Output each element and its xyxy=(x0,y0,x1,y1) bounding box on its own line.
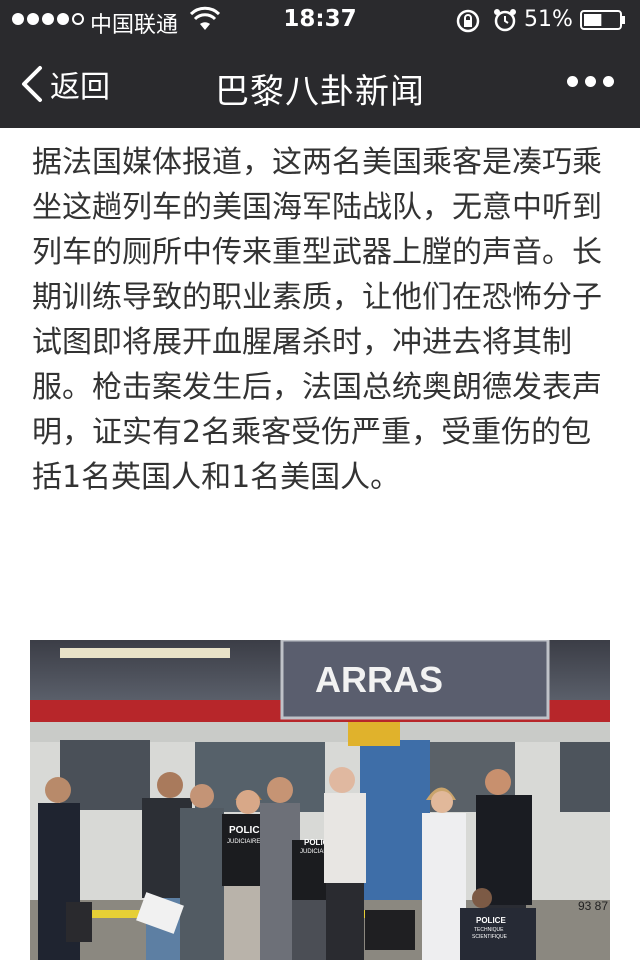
page-title: 巴黎八卦新闻 xyxy=(215,72,425,112)
train-number: 93 87 xyxy=(578,899,608,913)
more-dots-icon xyxy=(567,76,578,87)
person-7 xyxy=(324,767,366,960)
news-photo: ARRAS 93 87 POLICE JUDICIAIRE POLICE JUD… xyxy=(30,640,610,960)
more-button[interactable] xyxy=(567,76,614,87)
station-police-scene-image: ARRAS 93 87 POLICE JUDICIAIRE POLICE JUD… xyxy=(30,640,610,960)
navigation-bar: 返回 巴黎八卦新闻 xyxy=(0,40,640,128)
vest-label-1-sub: JUDICIAIRE xyxy=(227,839,260,845)
alarm-icon xyxy=(494,9,516,32)
person-3 xyxy=(180,784,224,960)
vest-label-3-sub2: SCIENTIFIQUE xyxy=(472,934,508,940)
station-sign: ARRAS xyxy=(315,659,443,700)
top-bar: 中国联通 18:37 51% 返回 巴黎八卦新闻 xyxy=(0,0,640,128)
battery-icon xyxy=(580,10,625,30)
battery-percent: 51% xyxy=(524,7,573,32)
person-8-forensic xyxy=(422,787,466,960)
rotation-lock-icon xyxy=(456,9,480,33)
vest-label-3-sub: TECHNIQUE xyxy=(474,927,504,933)
status-bar: 中国联通 18:37 51% xyxy=(0,0,640,40)
article-paragraph: 据法国媒体报道，这两名美国乘客是凑巧乘坐这趟列车的美国海军陆战队，无意中听到列车… xyxy=(32,145,602,495)
vest-label-3: POLICE xyxy=(476,916,506,925)
